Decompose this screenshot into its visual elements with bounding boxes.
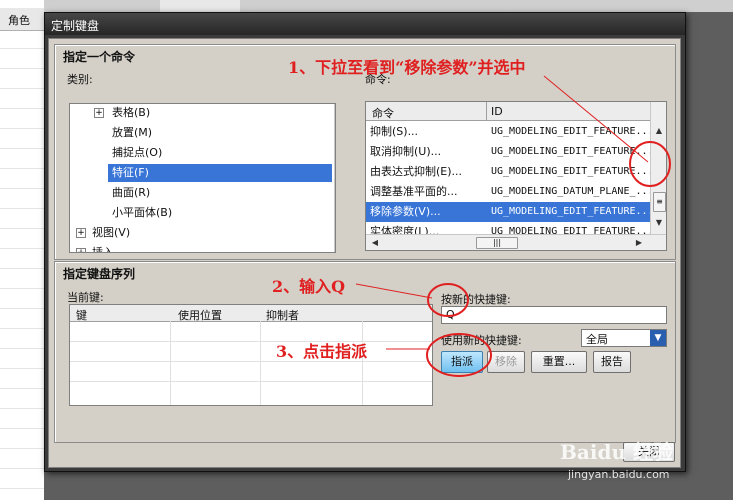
annotation-step-1: 1、下拉至看到“移除参数”并选中: [288, 58, 526, 77]
annotation-circle-input: [427, 283, 469, 317]
annotation-leader-line: [355, 283, 433, 299]
annotation-circle-scrollbar: [629, 141, 671, 187]
annotation-step-3: 3、点击指派: [276, 342, 368, 361]
annotation-circle-assign: [426, 333, 492, 377]
watermark-url: jingyan.baidu.com: [568, 468, 670, 481]
annotation-step-2: 2、输入Q: [272, 277, 346, 296]
annotation-leader-line: [543, 75, 649, 163]
watermark-logo: Baidu 经验: [560, 440, 673, 464]
